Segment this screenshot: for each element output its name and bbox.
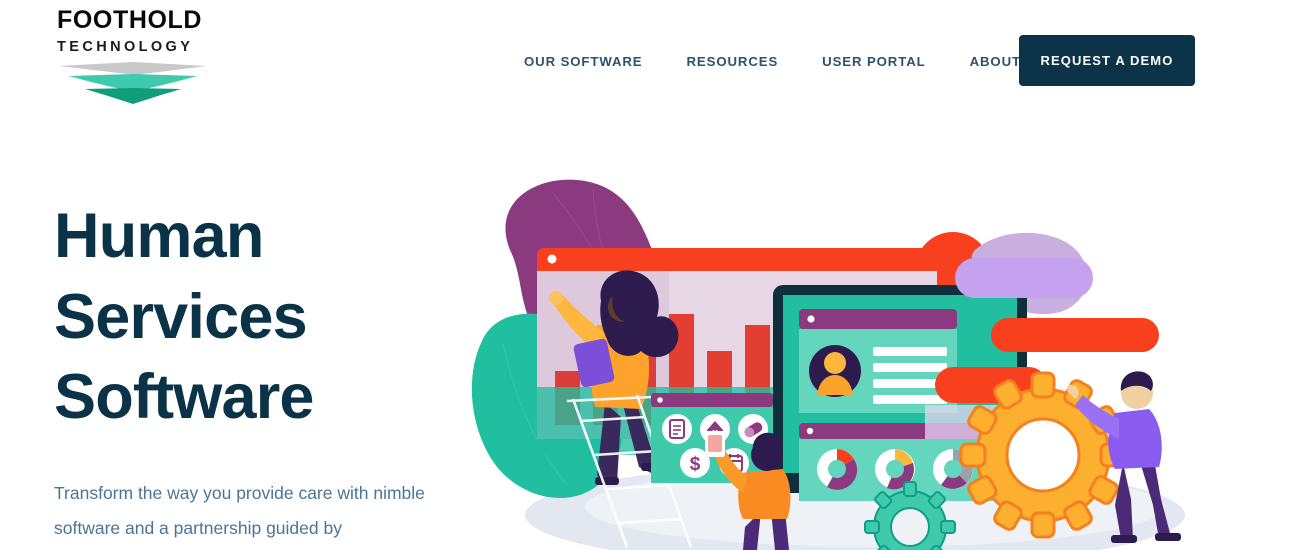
site-logo[interactable]: FOOTHOLD TECHNOLOGY	[57, 6, 212, 104]
hero-title-line-2: Services	[54, 281, 308, 352]
primary-navigation: OUR SOFTWARE RESOURCES USER PORTAL ABOUT…	[524, 50, 1046, 73]
nav-item-user-portal[interactable]: USER PORTAL	[822, 50, 925, 73]
profile-card	[799, 309, 957, 413]
nav-item-resources[interactable]: RESOURCES	[687, 50, 779, 73]
document-icon	[662, 414, 692, 444]
logo-wordmark: FOOTHOLD	[57, 6, 203, 34]
nav-item-our-software[interactable]: OUR SOFTWARE	[524, 50, 643, 73]
logo-subtitle: TECHNOLOGY	[57, 39, 194, 55]
lavender-bar	[955, 258, 1093, 298]
svg-text:$: $	[690, 454, 701, 475]
request-a-demo-button[interactable]: REQUEST A DEMO	[1019, 35, 1195, 86]
request-a-demo-label: REQUEST A DEMO	[1040, 53, 1174, 68]
orange-bar	[991, 318, 1159, 352]
hero-title-line-3: Software	[54, 362, 314, 433]
layered-chevron-logo-mark	[59, 61, 207, 104]
hero-paragraph: Transform the way you provide care with …	[54, 483, 425, 538]
page-title: Human Services Software	[54, 196, 454, 438]
site-header: FOOTHOLD TECHNOLOGY OUR SOFTWARE RESOURC…	[0, 0, 1300, 120]
page-root: FOOTHOLD TECHNOLOGY OUR SOFTWARE RESOURC…	[0, 0, 1300, 550]
hero-title-line-1: Human	[54, 201, 264, 271]
human-services-software-hero-illustration: $	[455, 155, 1300, 550]
